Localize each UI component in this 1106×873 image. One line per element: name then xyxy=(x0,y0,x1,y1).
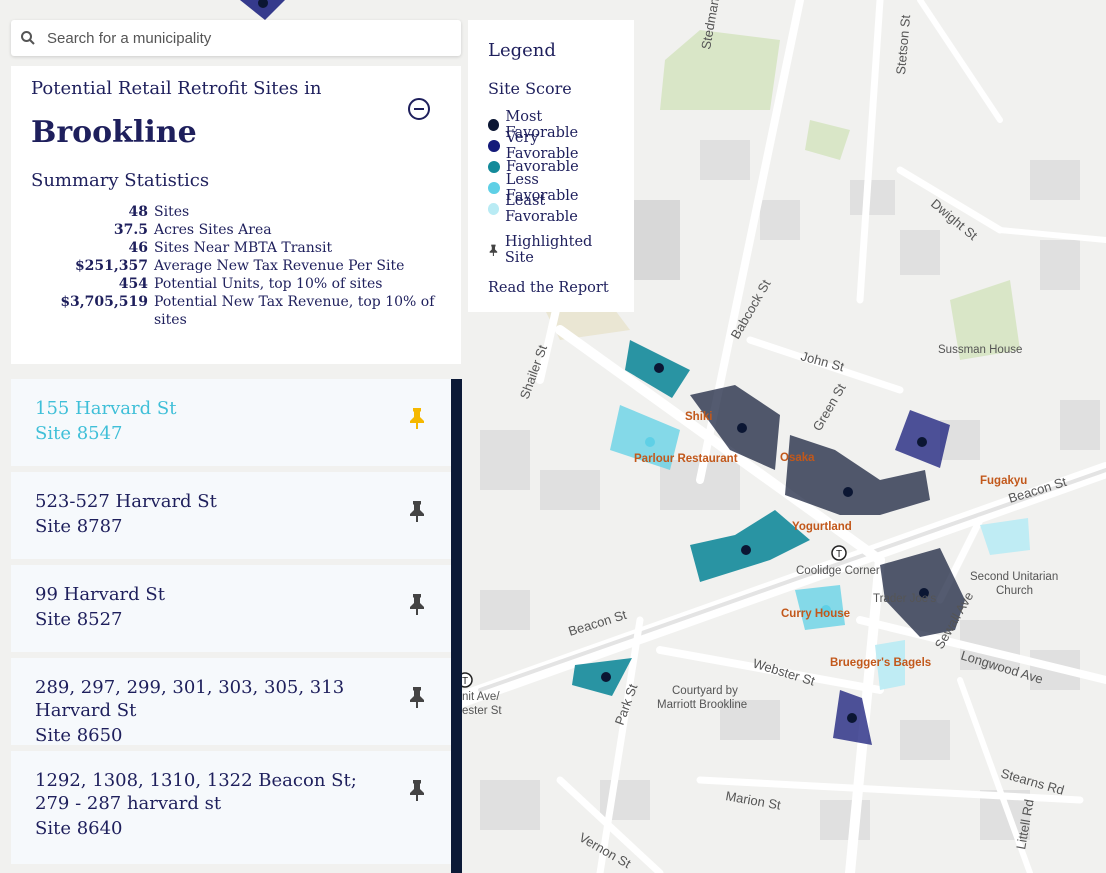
site-card[interactable]: 155 Harvard St Site 8547 xyxy=(11,379,462,466)
site-address: 289, 297, 299, 301, 303, 305, 313 Harvar… xyxy=(35,677,345,721)
site-list[interactable]: 155 Harvard St Site 8547 523-527 Harvard… xyxy=(11,379,462,870)
legend-dot xyxy=(488,181,500,194)
legend-highlighted-label: Highlighted Site xyxy=(504,234,593,266)
legend-item-label: Least Favorable xyxy=(505,192,578,225)
stat-label: Average New Tax Revenue Per Site xyxy=(154,258,405,274)
site-id: Site 8547 xyxy=(35,423,123,444)
poi-label: Church xyxy=(996,585,1033,597)
panel-subtitle: Potential Retail Retrofit Sites in xyxy=(31,78,322,99)
search-icon xyxy=(11,30,45,46)
legend-highlighted-item: Highlighted Site xyxy=(488,234,614,266)
pin-icon[interactable] xyxy=(407,686,427,708)
site-address: 523-527 Harvard St xyxy=(35,491,217,512)
site-id: Site 8787 xyxy=(35,516,123,537)
stat-value: 48 xyxy=(128,204,148,220)
pin-icon[interactable] xyxy=(407,593,427,615)
legend-item-label: Very Favorable xyxy=(505,129,579,162)
list-scrollbar[interactable] xyxy=(451,379,462,873)
site-card[interactable]: 523-527 Harvard St Site 8787 xyxy=(11,472,462,559)
poi-label: Trader Joe's xyxy=(873,593,936,605)
stat-label: Potential Units, top 10% of sites xyxy=(154,276,383,292)
stat-row: $3,705,519 Potential New Tax Revenue, top… xyxy=(31,293,441,329)
stat-value: $251,357 xyxy=(74,258,148,274)
legend-panel: Legend Site Score Most Favorable Very Fa… xyxy=(468,20,634,312)
site-address: 1292, 1308, 1310, 1322 Beacon St; 279 - … xyxy=(35,770,357,814)
stat-row: 37.5 Acres Sites Area xyxy=(31,221,441,239)
legend-dot xyxy=(488,160,500,173)
poi-label: Curry House xyxy=(781,608,850,620)
poi-label: Courtyard by xyxy=(672,685,738,697)
municipality-name: Brookline xyxy=(31,115,197,150)
legend-dot xyxy=(488,118,500,131)
stat-row: 48 Sites xyxy=(31,203,441,221)
stat-value: 454 xyxy=(118,276,148,292)
pin-icon[interactable] xyxy=(407,779,427,801)
legend-title: Legend xyxy=(488,40,556,61)
poi-label: Sussman House xyxy=(938,344,1022,356)
site-card[interactable]: 1292, 1308, 1310, 1322 Beacon St; 279 - … xyxy=(11,751,462,864)
summary-stats: 48 Sites 37.5 Acres Sites Area 46 Sites Nea… xyxy=(31,203,441,329)
poi-label: Second Unitarian xyxy=(970,571,1058,583)
stat-label: Sites xyxy=(154,204,190,220)
pin-icon[interactable] xyxy=(407,407,427,429)
poi-label: ester St xyxy=(462,705,502,717)
legend-subtitle: Site Score xyxy=(488,79,572,98)
poi-label: Parlour Restaurant xyxy=(634,453,738,465)
site-address: 99 Harvard St xyxy=(35,584,165,605)
legend-item: Least Favorable xyxy=(488,193,614,225)
legend-dot xyxy=(488,139,500,152)
site-id: Site 8640 xyxy=(35,818,123,839)
stat-row: 454 Potential Units, top 10% of sites xyxy=(31,275,441,293)
site-card[interactable]: 289, 297, 299, 301, 303, 305, 313 Harvar… xyxy=(11,658,462,746)
stat-label: Potential New Tax Revenue, top 10% of si… xyxy=(154,294,435,328)
svg-text:T: T xyxy=(462,676,468,687)
stat-value: 37.5 xyxy=(113,222,148,238)
municipality-search-box[interactable] xyxy=(11,20,461,56)
summary-statistics-title: Summary Statistics xyxy=(31,170,210,191)
poi-label: Coolidge Corner xyxy=(796,565,880,577)
legend-dot xyxy=(488,202,500,215)
poi-label: Shiki xyxy=(685,411,712,423)
site-id: Site 8527 xyxy=(35,609,123,630)
stat-value: 46 xyxy=(128,240,148,256)
summary-panel: Potential Retail Retrofit Sites in Brook… xyxy=(11,66,461,364)
poi-label: nit Ave/ xyxy=(462,691,500,703)
poi-label: Bruegger's Bagels xyxy=(830,657,931,669)
stat-label: Acres Sites Area xyxy=(154,222,272,238)
read-report-link[interactable]: Read the Report xyxy=(488,280,614,296)
poi-label: Osaka xyxy=(780,452,815,464)
site-id: Site 8650 xyxy=(35,725,123,746)
site-address: 155 Harvard St xyxy=(35,398,177,419)
poi-label: Yogurtland xyxy=(792,521,852,533)
stat-row: $251,357 Average New Tax Revenue Per Site xyxy=(31,257,441,275)
pin-icon xyxy=(489,244,498,256)
site-card[interactable]: 99 Harvard St Site 8527 xyxy=(11,565,462,652)
stat-value: $3,705,519 xyxy=(60,294,148,310)
svg-text:T: T xyxy=(836,549,842,560)
pin-icon[interactable] xyxy=(407,500,427,522)
search-input[interactable] xyxy=(45,22,461,54)
stat-label: Sites Near MBTA Transit xyxy=(154,240,333,256)
legend-item: Very Favorable xyxy=(488,130,614,162)
stat-row: 46 Sites Near MBTA Transit xyxy=(31,239,441,257)
collapse-icon[interactable] xyxy=(407,97,431,121)
poi-label: Marriott Brookline xyxy=(657,699,747,711)
poi-label: Fugakyu xyxy=(980,475,1027,487)
